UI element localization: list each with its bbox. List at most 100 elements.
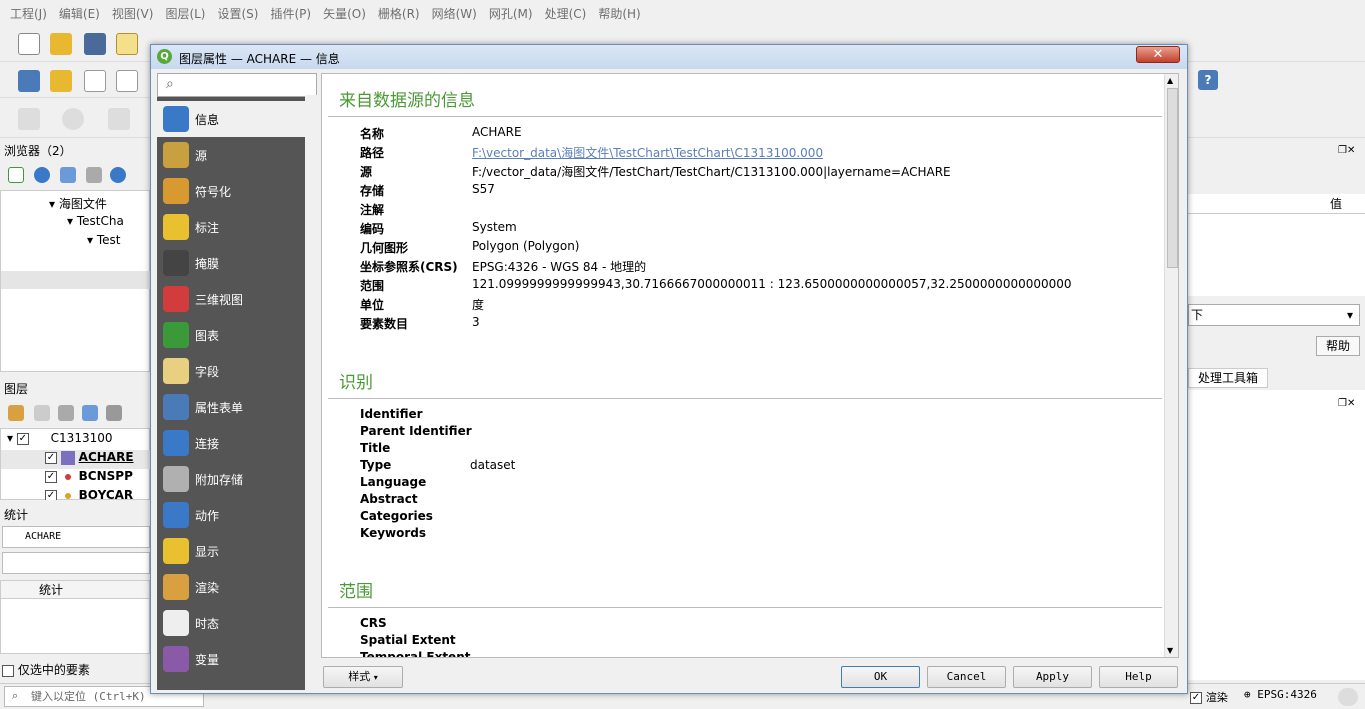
tab-processing-toolbox[interactable]: 处理工具箱 [1188,368,1268,388]
new-project-icon[interactable] [18,33,40,55]
sidebar-item-rendering[interactable]: 渲染 [157,569,305,605]
layers-panel-header: 图层 [0,380,150,400]
collapse-all-icon[interactable] [86,167,102,183]
render-checkbox-row[interactable]: ✓ 渲染 [1190,689,1228,705]
menu-item[interactable]: 插件(P) [270,5,311,22]
menu-item[interactable]: 栅格(R) [378,5,420,22]
sidebar-item-labels[interactable]: 标注 [157,209,305,245]
save-as-icon[interactable] [116,33,138,55]
add-feature-icon[interactable] [18,108,40,130]
panel-float-close-icon[interactable]: ❐✕ [1338,398,1355,409]
stats-header-stat[interactable]: 统计 [1,581,149,599]
cancel-button[interactable]: Cancel [927,666,1006,688]
panel-float-close-icon[interactable]: ❐✕ [1338,145,1355,156]
style-icon[interactable] [8,405,24,421]
property-value: EPSG:4326 - WGS 84 - 地理的 [472,260,647,274]
layer-checkbox[interactable]: ✓ [45,470,57,483]
sidebar-item-diagrams[interactable]: 图表 [157,317,305,353]
right-dropdown[interactable]: 下 ▾ [1188,304,1360,326]
layer-group-checkbox[interactable]: ✓ [16,432,29,445]
sidebar-item-label: 显示 [195,544,220,559]
expression-icon[interactable] [106,405,122,421]
sidebar-item-symbology[interactable]: 符号化 [157,173,305,209]
sidebar-item-attributes-form[interactable]: 属性表单 [157,389,305,425]
stats-field-select[interactable] [2,552,150,574]
browser-panel-header: 浏览器（2） [0,142,150,162]
scroll-up-icon[interactable]: ▲ [1167,76,1173,85]
sidebar-item-joins[interactable]: 连接 [157,425,305,461]
only-selected-row[interactable]: 仅选中的要素 [2,661,150,679]
sidebar-item-fields[interactable]: 字段 [157,353,305,389]
info-icon[interactable] [110,167,126,183]
layer-row[interactable]: ✓ BOYCAR [1,488,151,500]
layer-row[interactable]: ✓ BCNSPP [1,469,151,488]
menu-item[interactable]: 网孔(M) [489,5,533,22]
content-scrollbar[interactable]: ▲ ▼ [1164,74,1178,657]
visibility-icon[interactable] [58,405,74,421]
tree-item-label: TestCha [76,214,124,228]
help-icon[interactable]: ? [1198,70,1218,90]
value-header[interactable]: 值 [1188,194,1365,214]
point-layer-icon [64,473,71,480]
filter-icon[interactable] [60,167,76,183]
sidebar-item-info[interactable]: 信息 [157,101,305,137]
sidebar-item-temporal[interactable]: 时态 [157,605,305,641]
property-key: 编码 [360,222,385,236]
scroll-down-icon[interactable]: ▼ [1167,646,1173,655]
only-selected-checkbox[interactable] [2,664,14,677]
filter-legend-icon[interactable] [82,405,98,421]
help-button[interactable]: Help [1099,666,1178,688]
settings-icon[interactable] [108,108,130,130]
sidebar-item-display[interactable]: 显示 [157,533,305,569]
sidebar-item-actions[interactable]: 动作 [157,497,305,533]
menu-item[interactable]: 图层(L) [165,5,205,22]
sidebar-search-input[interactable]: ⌕ [157,73,317,97]
save-project-icon[interactable] [84,33,106,55]
menu-item[interactable]: 矢量(O) [323,5,366,22]
render-checkbox[interactable]: ✓ [1190,691,1202,704]
variables-icon [163,646,189,672]
menu-item[interactable]: 设置(S) [218,5,259,22]
layer-row[interactable]: ✓ ACHARE [1,450,151,469]
add-selected-icon[interactable] [8,167,24,183]
messages-icon[interactable] [1338,688,1358,706]
refresh-icon[interactable] [34,167,50,183]
style-menu-button[interactable]: 样式 ▾ [323,666,403,688]
close-button[interactable]: ✕ [1136,46,1180,63]
sidebar-item-variables[interactable]: 变量 [157,641,305,677]
crs-indicator[interactable]: ⊕ EPSG:4326 [1244,688,1317,701]
vertex-tool-icon[interactable] [84,70,106,92]
add-group-icon[interactable] [34,405,50,421]
scroll-thumb[interactable] [1167,88,1178,268]
auxiliary-storage-icon [163,466,189,492]
path-link[interactable]: F:\vector_data\海图文件\TestChart\TestChart\… [472,144,823,161]
digitize-icon[interactable] [18,70,40,92]
chevron-down-icon: ▾ [373,673,378,682]
layer-checkbox[interactable]: ✓ [45,489,57,500]
sidebar-scrollbar[interactable] [305,95,319,687]
tree-item-selected[interactable] [1,271,151,289]
layer-edit-icon[interactable] [50,70,72,92]
sidebar-item-auxiliary-storage[interactable]: 附加存储 [157,461,305,497]
menu-item[interactable]: 网络(W) [432,5,477,22]
layer-group-row[interactable]: ▾ ✓ C1313100 [7,431,157,450]
help-button[interactable]: 帮助 [1316,336,1360,356]
menu-item[interactable]: 处理(C) [545,5,587,22]
pen-icon[interactable] [116,70,138,92]
menu-item[interactable]: 编辑(E) [59,5,100,22]
layers-panel-title: 图层 [4,382,29,396]
browser-tree: ▾ 海图文件 ▾ TestCha ▾ Test [0,190,151,372]
menu-item[interactable]: 视图(V) [112,5,154,22]
stats-layer-select[interactable]: ACHARE [2,526,150,548]
sidebar-item-3d-view[interactable]: 三维视图 [157,281,305,317]
open-project-icon[interactable] [50,33,72,55]
layer-checkbox[interactable]: ✓ [45,451,57,464]
menu-item[interactable]: 帮助(H) [598,5,640,22]
menu-item[interactable]: 工程(J) [10,5,47,22]
sidebar-item-source[interactable]: 源 [157,137,305,173]
add-circle-icon[interactable] [62,108,84,130]
ok-button[interactable]: OK [841,666,920,688]
sidebar-item-mask[interactable]: 掩膜 [157,245,305,281]
sidebar-item-label: 信息 [195,112,220,127]
apply-button[interactable]: Apply [1013,666,1092,688]
